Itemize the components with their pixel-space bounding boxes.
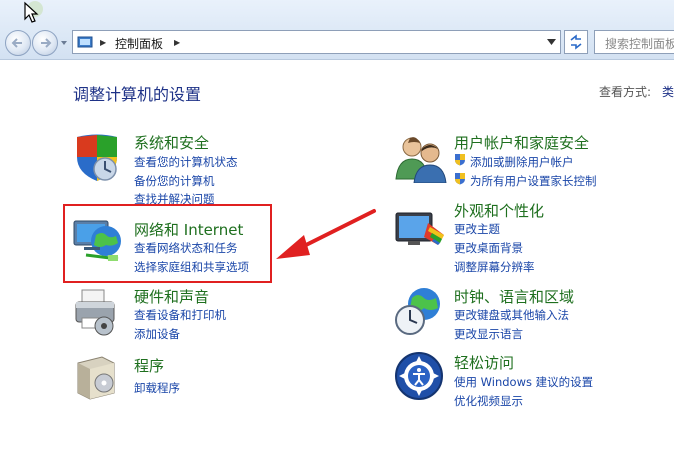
- recent-pages-dropdown-icon[interactable]: [60, 39, 68, 47]
- printer-icon[interactable]: [72, 288, 124, 338]
- category-system-security[interactable]: 系统和安全: [134, 132, 209, 153]
- category-appearance-personalization[interactable]: 外观和个性化: [454, 200, 544, 221]
- highlight-box: [63, 204, 272, 283]
- address-bar[interactable]: ▶ 控制面板 ▶: [72, 30, 561, 54]
- category-programs[interactable]: 程序: [134, 355, 164, 376]
- link-backup-computer[interactable]: 备份您的计算机: [134, 173, 215, 189]
- programs-box-icon[interactable]: [72, 353, 122, 401]
- link-view-devices-printers[interactable]: 查看设备和打印机: [134, 307, 226, 323]
- breadcrumb-control-panel[interactable]: 控制面板: [115, 35, 163, 52]
- breadcrumb-separator-icon[interactable]: ▶: [174, 38, 180, 47]
- link-change-theme[interactable]: 更改主题: [454, 221, 500, 237]
- chevron-down-icon[interactable]: [547, 39, 556, 45]
- link-change-keyboards[interactable]: 更改键盘或其他输入法: [454, 307, 569, 323]
- link-add-remove-users[interactable]: 添加或删除用户帐户: [470, 154, 574, 170]
- link-uninstall-program[interactable]: 卸载程序: [134, 380, 180, 396]
- view-by-dropdown[interactable]: 类: [662, 83, 674, 100]
- breadcrumb-separator-icon: ▶: [100, 38, 107, 47]
- display-personalization-icon[interactable]: [394, 205, 448, 255]
- link-change-desktop-background[interactable]: 更改桌面背景: [454, 240, 523, 256]
- forward-button[interactable]: [32, 30, 58, 56]
- category-ease-of-access[interactable]: 轻松访问: [454, 352, 514, 373]
- back-button[interactable]: [5, 30, 31, 56]
- ease-of-access-icon[interactable]: [394, 351, 444, 401]
- navigation-toolbar: ▶ 控制面板 ▶ 搜索控制面板: [0, 0, 674, 60]
- category-hardware-sound[interactable]: 硬件和声音: [134, 286, 209, 307]
- link-optimize-visual-display[interactable]: 优化视频显示: [454, 393, 523, 409]
- uac-shield-icon: [455, 154, 465, 166]
- link-change-display-language[interactable]: 更改显示语言: [454, 326, 523, 342]
- mouse-cursor-icon: [24, 1, 43, 23]
- control-panel-window: ▶ 控制面板 ▶ 搜索控制面板 调整计算机的设置 查看方式: 类 系统和安全 查…: [0, 0, 674, 460]
- users-icon[interactable]: [394, 133, 448, 183]
- link-view-computer-status[interactable]: 查看您的计算机状态: [134, 154, 238, 170]
- link-parental-controls[interactable]: 为所有用户设置家长控制: [470, 173, 597, 189]
- search-input[interactable]: 搜索控制面板: [594, 30, 674, 54]
- clock-globe-icon[interactable]: [394, 286, 446, 338]
- category-user-accounts[interactable]: 用户帐户和家庭安全: [454, 132, 589, 153]
- refresh-button[interactable]: [564, 30, 588, 54]
- uac-shield-icon: [455, 173, 465, 185]
- control-panel-icon: [77, 36, 93, 48]
- link-adjust-screen-resolution[interactable]: 调整屏幕分辨率: [454, 259, 535, 275]
- link-add-device[interactable]: 添加设备: [134, 326, 180, 342]
- search-placeholder: 搜索控制面板: [605, 37, 674, 51]
- view-by-label: 查看方式:: [599, 85, 652, 99]
- page-title: 调整计算机的设置: [73, 85, 202, 104]
- category-clock-language-region[interactable]: 时钟、语言和区域: [454, 286, 574, 307]
- security-shield-icon[interactable]: [72, 133, 122, 183]
- arrow-right-icon: [41, 38, 52, 48]
- refresh-icon: [570, 34, 582, 50]
- link-use-windows-recommended-settings[interactable]: 使用 Windows 建议的设置: [454, 374, 593, 390]
- arrow-left-icon: [11, 38, 22, 48]
- red-arrow-annotation: [276, 209, 376, 259]
